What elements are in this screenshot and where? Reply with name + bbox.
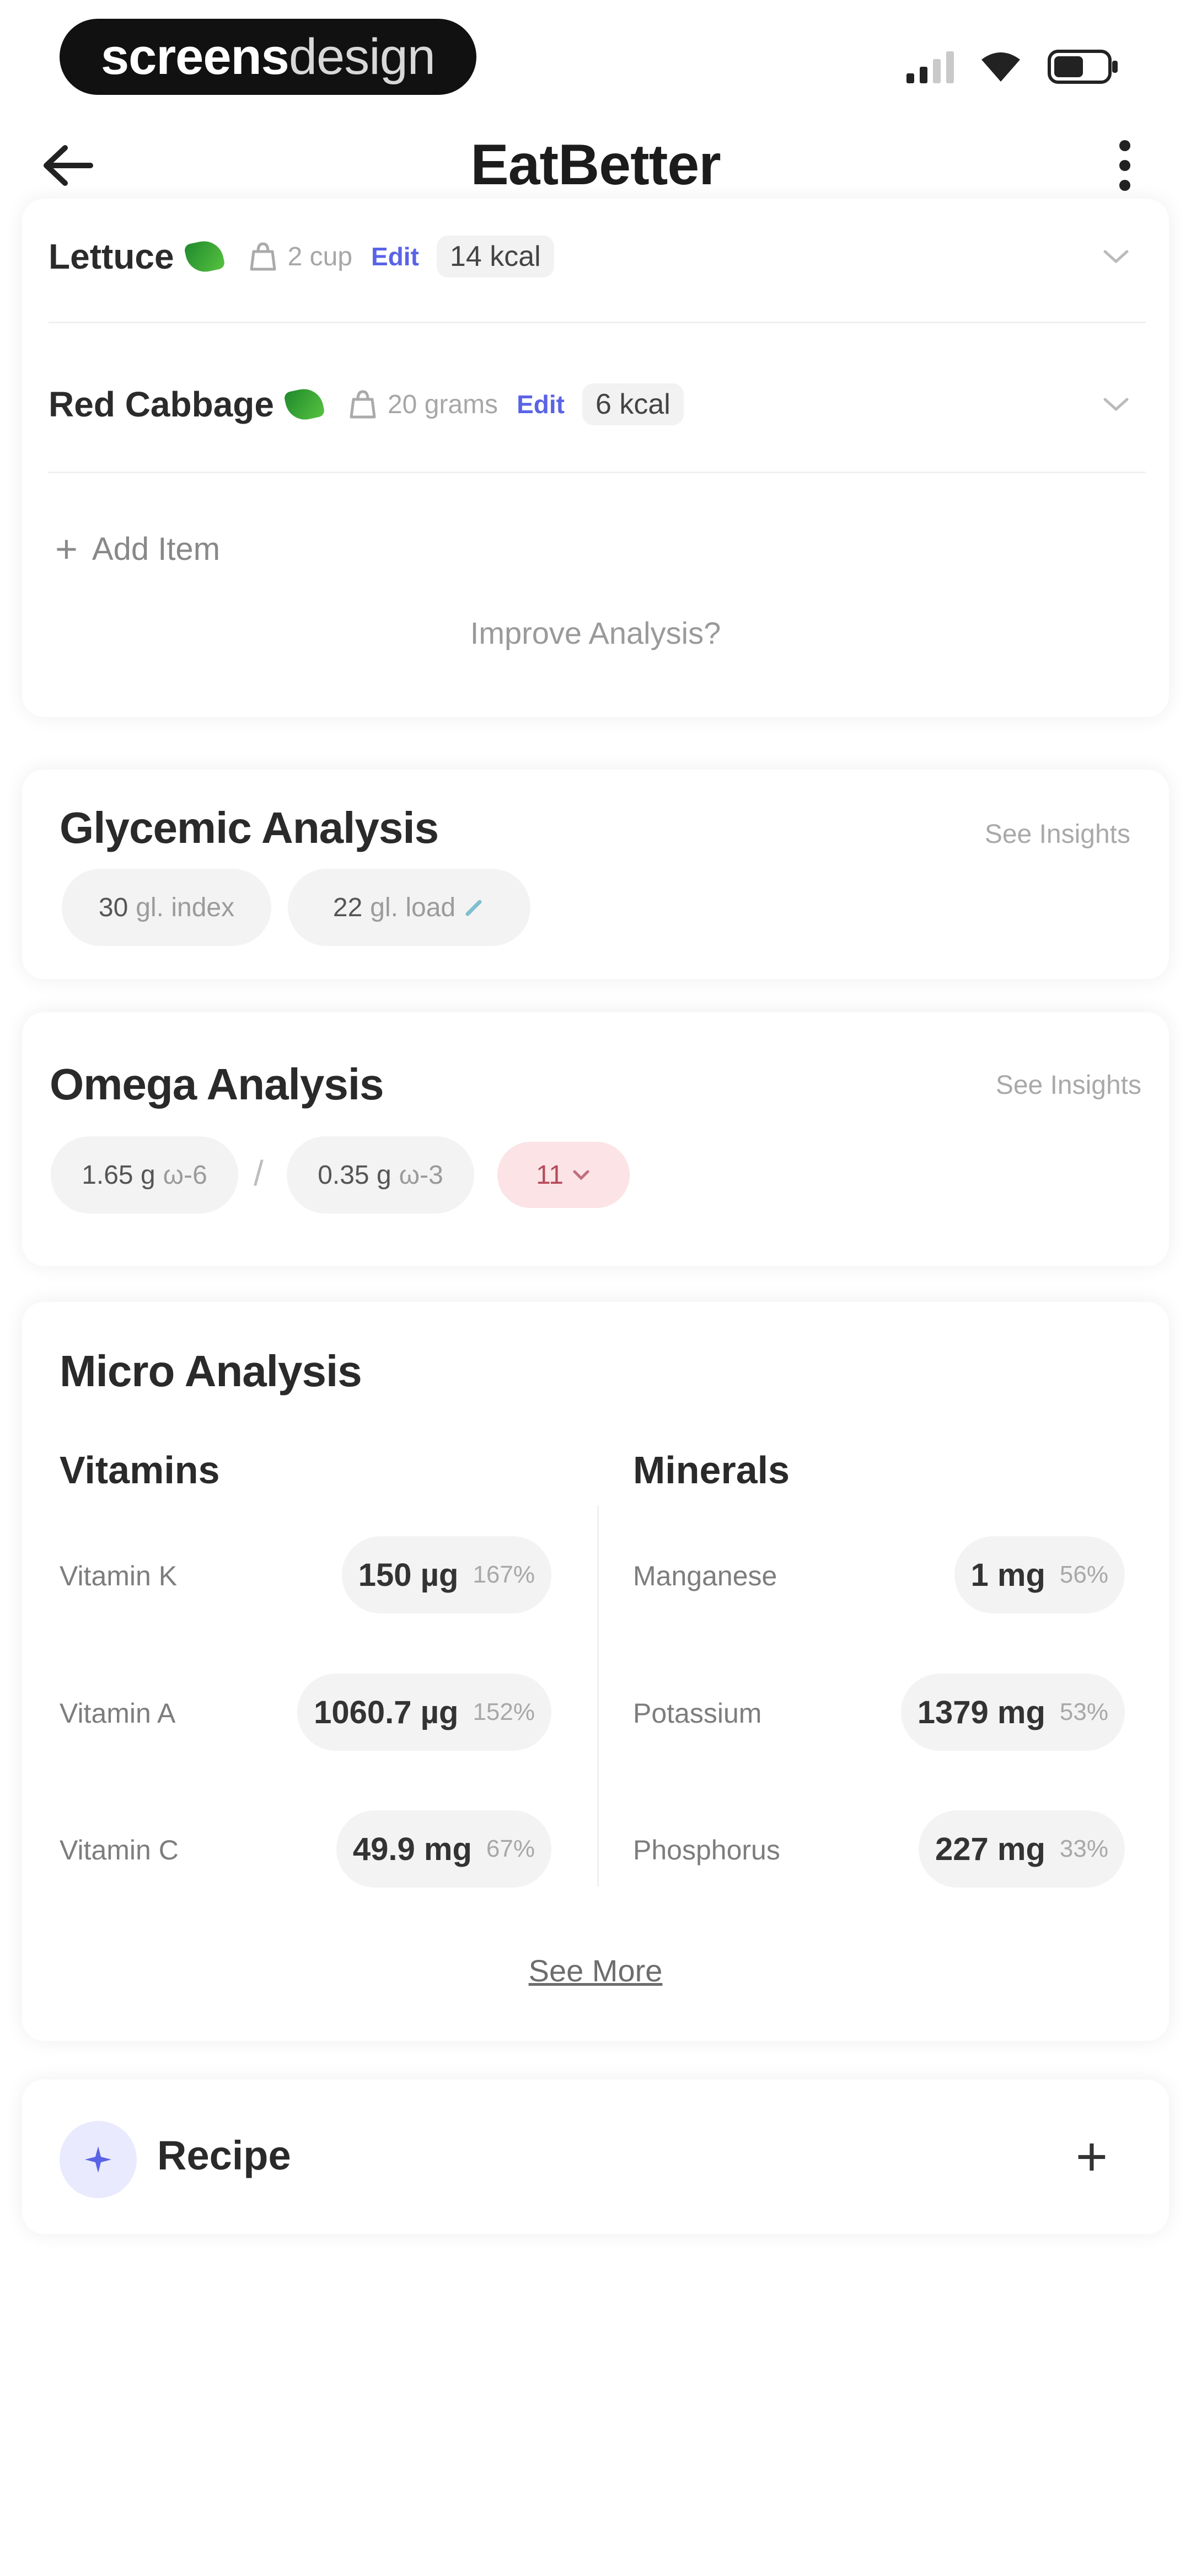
page-title: EatBetter	[470, 133, 721, 197]
glycemic-see-insights-link[interactable]: See Insights	[985, 819, 1130, 849]
mineral-value-chip: 1 mg 56%	[954, 1536, 1125, 1613]
pencil-icon	[465, 900, 482, 916]
improve-analysis-link[interactable]: Improve Analysis?	[0, 615, 1191, 651]
recipe-badge	[60, 2121, 137, 2198]
food-name: Red Cabbage	[49, 384, 274, 424]
vitamin-value: 1060.7 µg	[314, 1694, 459, 1730]
vitamin-name: Vitamin A	[60, 1698, 176, 1729]
glycemic-load-chip[interactable]: 22 gl. load	[288, 869, 530, 946]
mineral-value: 1 mg	[970, 1557, 1045, 1593]
glycemic-index-value: 30	[98, 892, 128, 922]
food-row-lettuce[interactable]: Lettuce 2 cup Edit 14 kcal	[49, 215, 1146, 298]
column-divider	[597, 1506, 599, 1886]
row-divider	[49, 472, 1146, 473]
vitamin-percent: 167%	[473, 1561, 535, 1588]
omega3-chip: 0.35 g ω-3	[287, 1136, 474, 1214]
omega-ratio-dropdown[interactable]: 11	[497, 1142, 630, 1208]
food-name: Lettuce	[49, 237, 174, 276]
leaf-icon	[283, 385, 326, 424]
row-divider	[49, 322, 1146, 323]
mineral-value-chip: 1379 mg 53%	[900, 1674, 1125, 1751]
food-quantity: 20 grams	[387, 389, 498, 419]
wifi-icon	[980, 51, 1021, 83]
omega-title: Omega Analysis	[50, 1060, 384, 1109]
glycemic-index-unit: gl. index	[136, 892, 235, 922]
battery-icon	[1048, 50, 1119, 84]
food-row-red-cabbage[interactable]: Red Cabbage 20 grams Edit 6 kcal	[49, 363, 1146, 446]
more-options-button[interactable]	[1103, 132, 1147, 199]
omega3-label: ω-3	[399, 1160, 443, 1190]
vitamin-percent: 67%	[486, 1835, 535, 1862]
glycemic-load-value: 22	[332, 892, 363, 922]
omega3-value: 0.35 g	[318, 1160, 391, 1190]
chevron-down-icon[interactable]	[1099, 239, 1133, 272]
plus-icon: +	[55, 527, 78, 570]
vitamin-percent: 152%	[473, 1698, 535, 1725]
mineral-percent: 56%	[1059, 1561, 1108, 1588]
omega6-value: 1.65 g	[82, 1160, 155, 1190]
micro-analysis-card	[22, 1302, 1169, 2041]
mineral-value: 1379 mg	[917, 1694, 1045, 1730]
brand-bold: screens	[101, 28, 289, 85]
brand-watermark: screens design	[60, 19, 476, 95]
kcal-badge: 6 kcal	[582, 383, 684, 425]
mineral-percent: 33%	[1059, 1835, 1108, 1862]
vitamin-name: Vitamin C	[60, 1835, 179, 1866]
leaf-icon	[183, 237, 226, 276]
omega6-label: ω-6	[163, 1160, 207, 1190]
scale-icon	[248, 242, 278, 271]
mineral-name: Potassium	[633, 1698, 762, 1729]
glycemic-title: Glycemic Analysis	[60, 803, 439, 852]
edit-quantity-link[interactable]: Edit	[517, 389, 565, 419]
mineral-value-chip: 227 mg 33%	[919, 1810, 1125, 1888]
recipe-title: Recipe	[157, 2133, 291, 2178]
plus-icon: +	[1075, 2126, 1108, 2188]
vitamin-value-chip: 1060.7 µg 152%	[297, 1674, 551, 1751]
vitamin-value: 49.9 mg	[352, 1831, 472, 1867]
status-bar: screens design	[0, 0, 1191, 110]
omega-ratio-value: 11	[536, 1160, 564, 1190]
chevron-down-icon[interactable]	[1099, 387, 1133, 420]
micro-title: Micro Analysis	[60, 1346, 362, 1396]
vitamin-name: Vitamin K	[60, 1560, 178, 1591]
minerals-title: Minerals	[633, 1449, 790, 1492]
vitamin-value-chip: 150 µg 167%	[341, 1536, 551, 1613]
vitamin-value-chip: 49.9 mg 67%	[336, 1810, 551, 1888]
glycemic-load-unit: gl. load	[370, 892, 456, 922]
status-icons	[906, 50, 1119, 84]
mineral-value: 227 mg	[935, 1831, 1045, 1867]
vitamins-title: Vitamins	[60, 1449, 220, 1492]
add-recipe-button[interactable]: +	[1059, 2124, 1125, 2190]
scale-icon	[348, 389, 378, 419]
edit-quantity-link[interactable]: Edit	[371, 242, 419, 271]
omega-see-insights-link[interactable]: See Insights	[996, 1070, 1141, 1100]
see-more-link[interactable]: See More	[0, 1953, 1191, 1989]
food-quantity: 2 cup	[287, 242, 353, 271]
screen: screens design EatBetter Lettuce 2 cup E…	[0, 0, 1191, 2576]
brand-light: design	[288, 28, 436, 85]
mineral-percent: 53%	[1059, 1698, 1108, 1725]
omega-separator: /	[254, 1153, 264, 1193]
chevron-down-icon	[573, 1170, 589, 1180]
add-item-label: Add Item	[92, 531, 221, 567]
mineral-name: Phosphorus	[633, 1835, 780, 1866]
sparkle-icon	[85, 2146, 111, 2173]
vitamin-value: 150 µg	[358, 1557, 459, 1593]
glycemic-index-chip: 30 gl. index	[62, 869, 271, 946]
add-item-button[interactable]: + Add Item	[55, 530, 220, 568]
signal-icon	[906, 50, 954, 83]
more-vertical-icon	[1119, 140, 1130, 151]
mineral-name: Manganese	[633, 1560, 777, 1591]
omega6-chip: 1.65 g ω-6	[51, 1136, 238, 1214]
kcal-badge: 14 kcal	[436, 236, 554, 277]
